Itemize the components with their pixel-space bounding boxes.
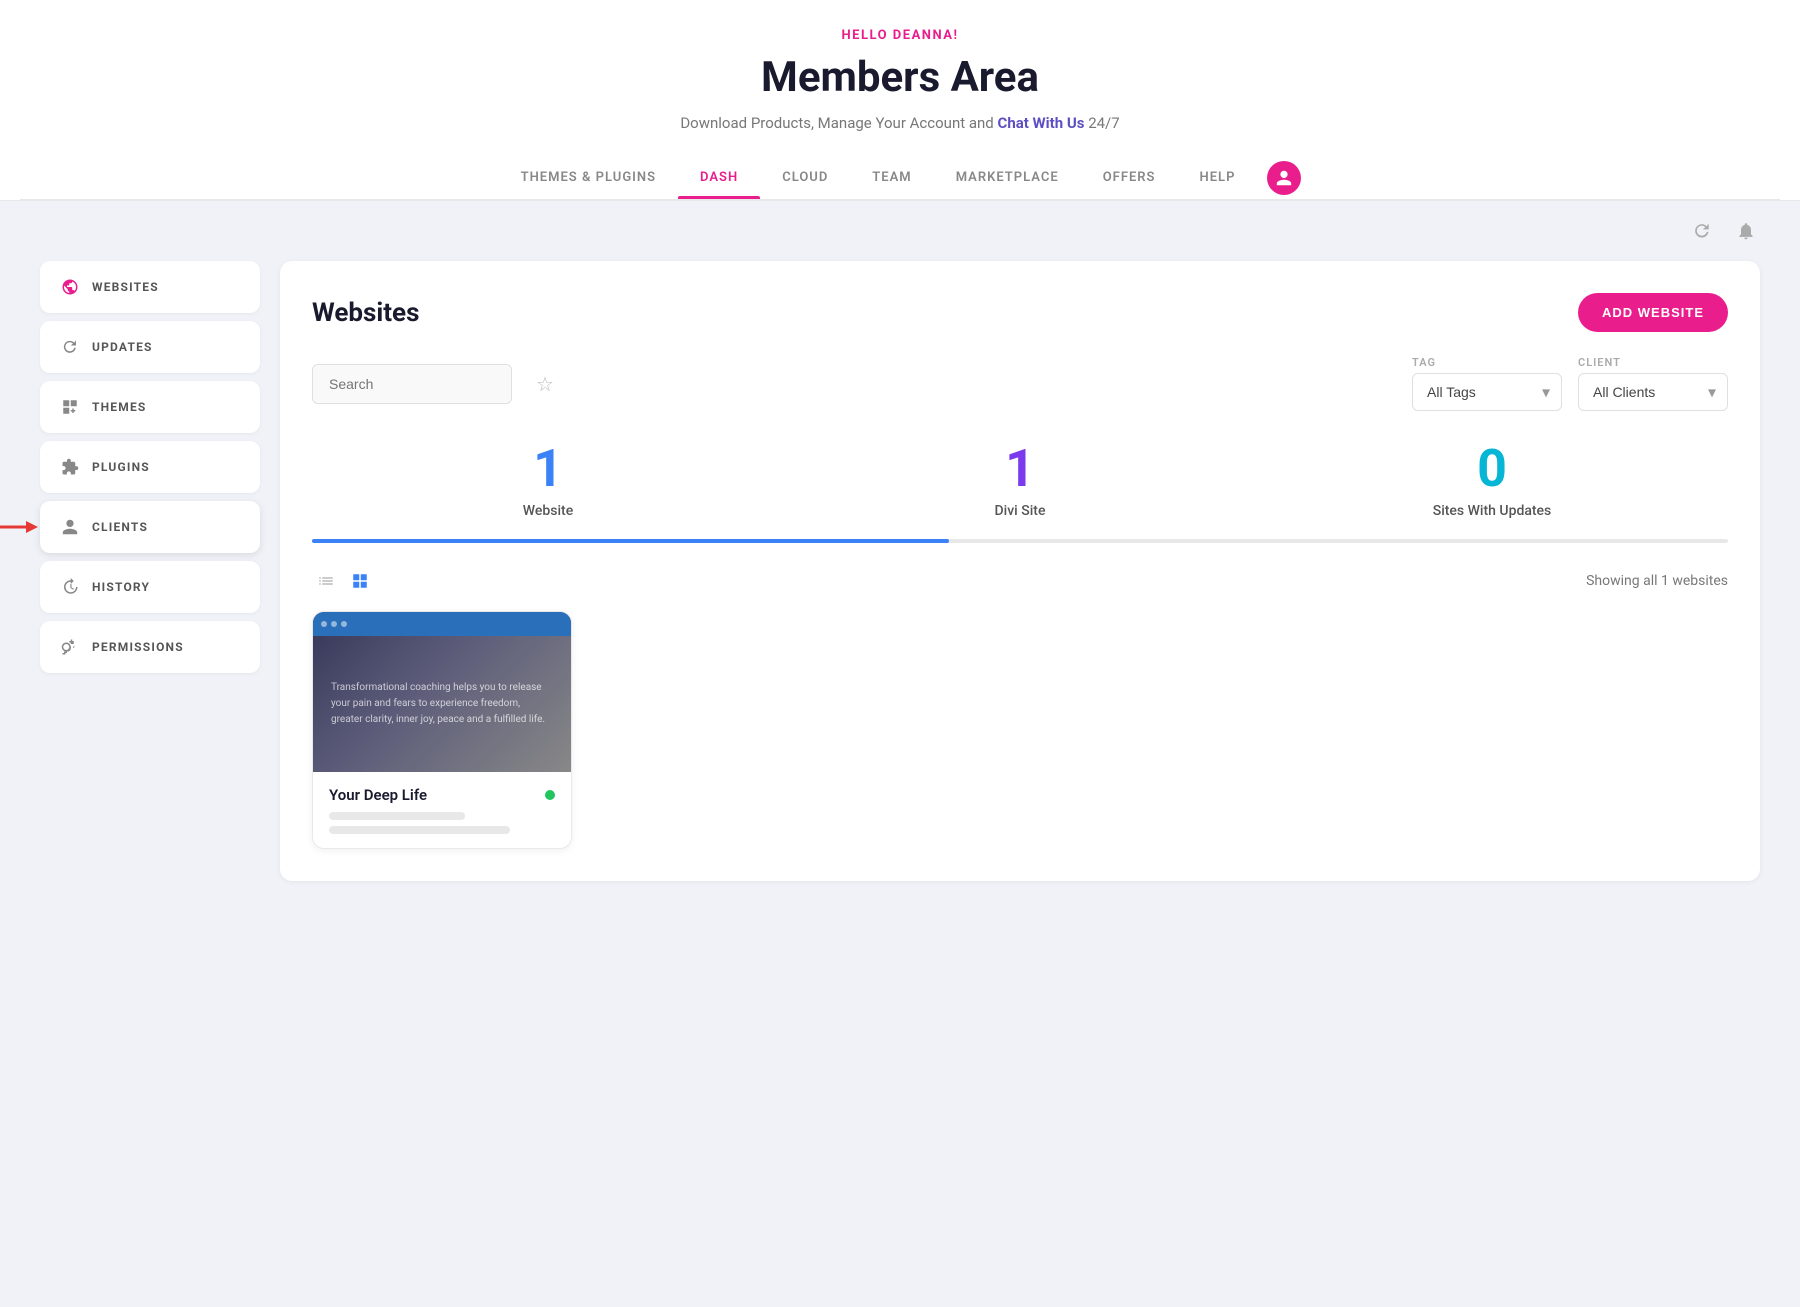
stats-row: 1 Website 1 Divi Site 0 Sites With Updat… xyxy=(312,443,1728,519)
sidebar: WEBSITES UPDATES THEMES PLUGINS xyxy=(40,261,260,881)
puzzle-icon xyxy=(60,457,80,477)
nav-team[interactable]: TEAM xyxy=(850,156,933,199)
stat-website-number: 1 xyxy=(312,443,784,495)
browser-dot-3 xyxy=(341,621,347,627)
progress-bar-fill xyxy=(312,539,949,543)
chat-link[interactable]: Chat With Us xyxy=(998,114,1085,132)
main-nav: THEMES & PLUGINS DASH CLOUD TEAM MARKETP… xyxy=(20,156,1780,199)
nav-themes-plugins[interactable]: THEMES & PLUGINS xyxy=(499,156,678,199)
stat-updates: 0 Sites With Updates xyxy=(1256,443,1728,519)
globe-icon xyxy=(60,277,80,297)
tag-select-wrap: All Tags xyxy=(1412,373,1562,411)
refresh-icon[interactable] xyxy=(1688,217,1716,245)
subtitle-before: Download Products, Manage Your Account a… xyxy=(680,114,993,132)
client-select[interactable]: All Clients xyxy=(1578,373,1728,411)
stat-updates-number: 0 xyxy=(1256,443,1728,495)
nav-dash[interactable]: DASH xyxy=(678,156,760,199)
tag-filter-wrap: TAG All Tags xyxy=(1412,356,1562,411)
subtitle: Download Products, Manage Your Account a… xyxy=(20,114,1780,132)
main-layout: WEBSITES UPDATES THEMES PLUGINS xyxy=(0,261,1800,921)
filter-row: ☆ TAG All Tags CLIENT All Clients xyxy=(312,356,1728,411)
card-title: Your Deep Life xyxy=(329,786,427,804)
browser-bar xyxy=(313,612,571,636)
stat-divi: 1 Divi Site xyxy=(784,443,1256,519)
sidebar-item-clients[interactable]: CLIENTS xyxy=(40,501,260,553)
website-card[interactable]: Transformational coaching helps you to r… xyxy=(312,611,572,849)
notifications-icon[interactable] xyxy=(1732,217,1760,245)
favorite-star-icon[interactable]: ☆ xyxy=(536,372,554,396)
key-icon xyxy=(60,637,80,657)
sidebar-item-themes[interactable]: THEMES xyxy=(40,381,260,433)
user-icon xyxy=(60,517,80,537)
progress-bar xyxy=(312,539,1728,543)
status-online-dot xyxy=(545,790,555,800)
toolbar-row xyxy=(0,201,1800,261)
tag-label: TAG xyxy=(1412,356,1562,369)
user-avatar[interactable] xyxy=(1267,161,1301,195)
sidebar-label-clients: CLIENTS xyxy=(92,520,148,534)
sidebar-item-plugins[interactable]: PLUGINS xyxy=(40,441,260,493)
view-toggle xyxy=(312,567,374,595)
stat-updates-label: Sites With Updates xyxy=(1256,503,1728,519)
nav-cloud[interactable]: CLOUD xyxy=(760,156,850,199)
sidebar-label-updates: UPDATES xyxy=(92,340,153,354)
stat-divi-number: 1 xyxy=(784,443,1256,495)
view-controls: Showing all 1 websites xyxy=(312,567,1728,595)
hello-greeting: HELLO DEANNA! xyxy=(20,28,1780,43)
stat-website: 1 Website xyxy=(312,443,784,519)
card-title-row: Your Deep Life xyxy=(329,786,555,804)
card-info: Your Deep Life xyxy=(313,772,571,848)
tag-select[interactable]: All Tags xyxy=(1412,373,1562,411)
add-website-button[interactable]: ADD WEBSITE xyxy=(1578,293,1728,332)
browser-dot-2 xyxy=(331,621,337,627)
websites-grid: Transformational coaching helps you to r… xyxy=(312,611,1728,849)
active-arrow xyxy=(0,515,38,539)
nav-underline xyxy=(20,199,1780,200)
sidebar-label-permissions: PERMISSIONS xyxy=(92,640,184,654)
sidebar-label-plugins: PLUGINS xyxy=(92,460,150,474)
refresh-icon xyxy=(60,337,80,357)
content-title: Websites xyxy=(312,298,419,328)
sidebar-label-themes: THEMES xyxy=(92,400,147,414)
sidebar-item-permissions[interactable]: PERMISSIONS xyxy=(40,621,260,673)
card-url-line-2 xyxy=(329,826,510,834)
page-header: HELLO DEANNA! Members Area Download Prod… xyxy=(0,0,1800,201)
client-label: CLIENT xyxy=(1578,356,1728,369)
client-filter-wrap: CLIENT All Clients xyxy=(1578,356,1728,411)
history-icon xyxy=(60,577,80,597)
subtitle-after: 24/7 xyxy=(1088,114,1119,132)
sidebar-item-history[interactable]: HISTORY xyxy=(40,561,260,613)
sidebar-item-updates[interactable]: UPDATES xyxy=(40,321,260,373)
sidebar-label-history: HISTORY xyxy=(92,580,150,594)
layout-icon xyxy=(60,397,80,417)
card-url-line-1 xyxy=(329,812,465,820)
card-screenshot: Transformational coaching helps you to r… xyxy=(313,612,571,772)
page-title: Members Area xyxy=(20,53,1780,102)
screenshot-preview-text: Transformational coaching helps you to r… xyxy=(323,672,561,736)
search-input[interactable] xyxy=(312,364,512,404)
filter-group: TAG All Tags CLIENT All Clients xyxy=(1412,356,1728,411)
browser-dot-1 xyxy=(321,621,327,627)
content-header: Websites ADD WEBSITE xyxy=(312,293,1728,332)
list-view-icon[interactable] xyxy=(312,567,340,595)
stat-divi-label: Divi Site xyxy=(784,503,1256,519)
nav-help[interactable]: HELP xyxy=(1178,156,1258,199)
stat-website-label: Website xyxy=(312,503,784,519)
sidebar-item-websites[interactable]: WEBSITES xyxy=(40,261,260,313)
sidebar-label-websites: WEBSITES xyxy=(92,280,159,294)
card-screenshot-image: Transformational coaching helps you to r… xyxy=(313,636,571,772)
grid-view-icon[interactable] xyxy=(346,567,374,595)
main-content: Websites ADD WEBSITE ☆ TAG All Tags CLIE… xyxy=(280,261,1760,881)
showing-count: Showing all 1 websites xyxy=(1586,573,1728,589)
client-select-wrap: All Clients xyxy=(1578,373,1728,411)
nav-offers[interactable]: OFFERS xyxy=(1081,156,1178,199)
nav-marketplace[interactable]: MARKETPLACE xyxy=(934,156,1081,199)
